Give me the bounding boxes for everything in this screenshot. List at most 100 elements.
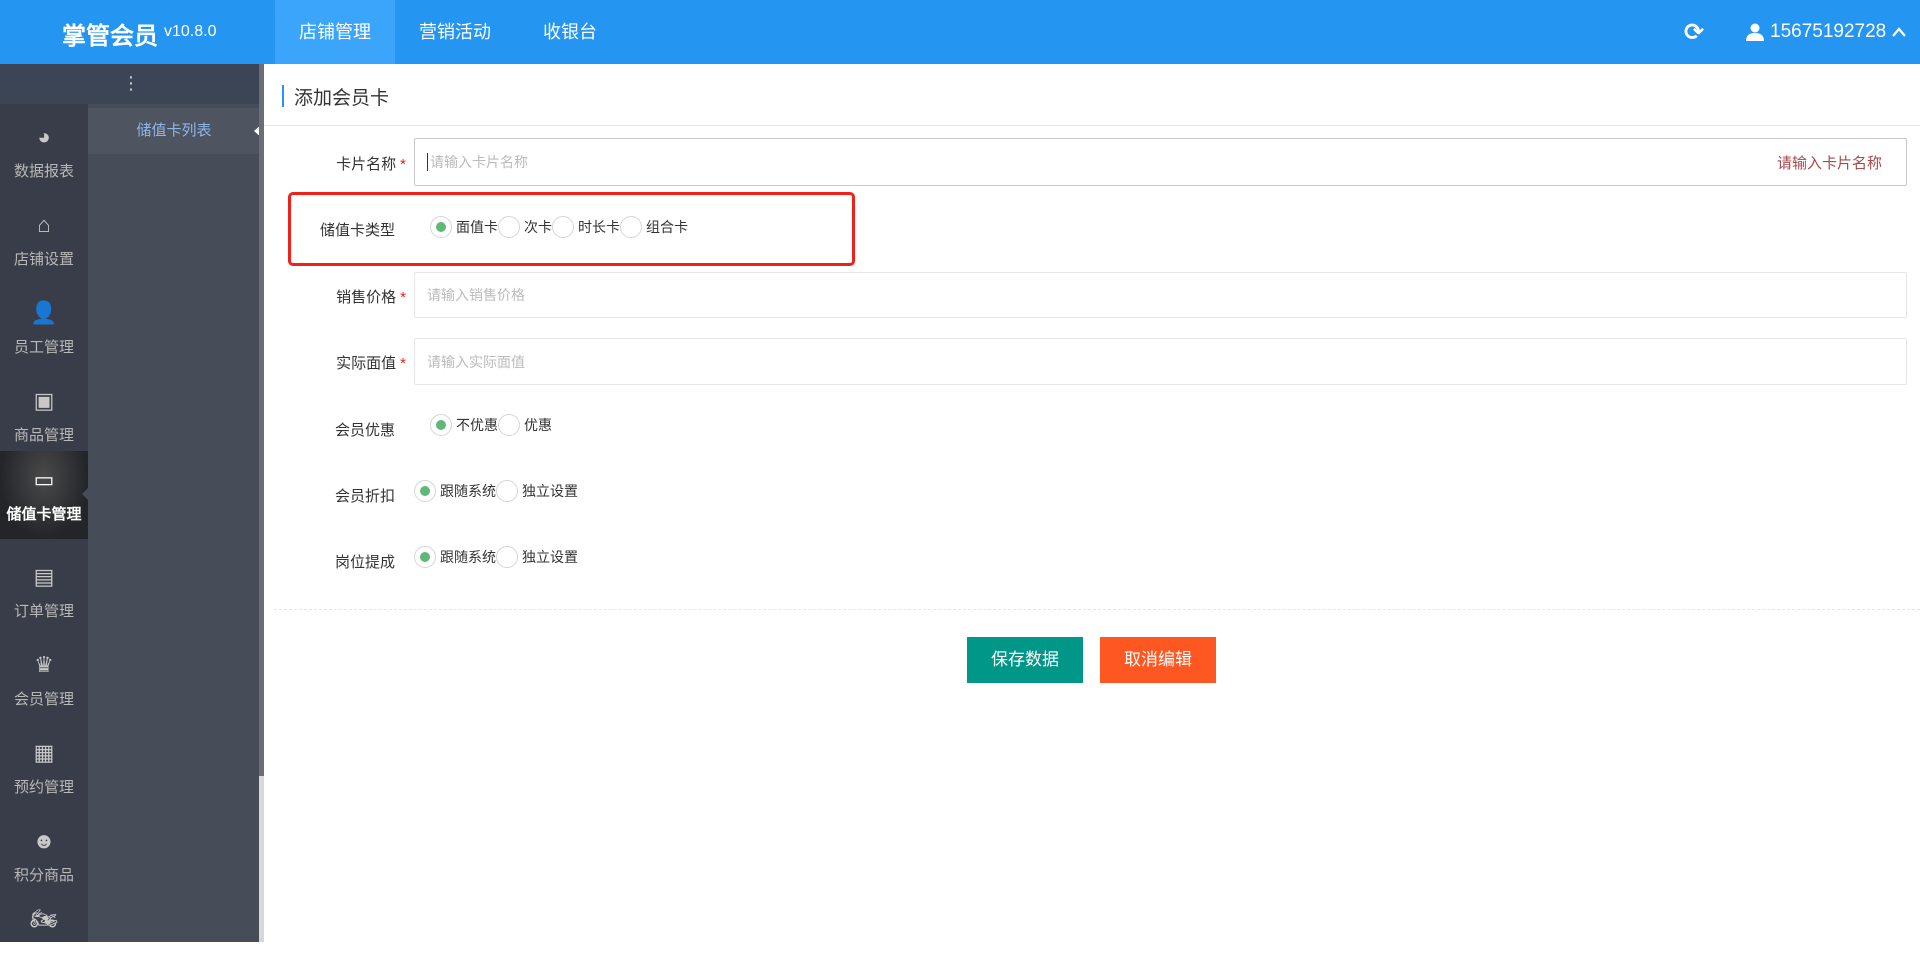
sidebar-item-reports[interactable]: ◕ 数据报表 (0, 108, 88, 196)
radio-circle[interactable] (430, 414, 452, 436)
sidebar-label: 商品管理 (13, 427, 74, 444)
card-name-label: 卡片名称 * (256, 153, 406, 174)
radio-circle[interactable] (496, 546, 518, 568)
nav-store-management[interactable]: 店铺管理 (275, 0, 395, 64)
sidebar-label: 订单管理 (13, 603, 74, 620)
label-text: 卡片名称 (336, 156, 397, 173)
member-rebate-label: 会员折扣 (334, 488, 395, 505)
app-logo: 掌管会员 v10.8.0 (62, 16, 216, 51)
sidebar-label: 积分商品 (13, 867, 74, 884)
radio-circle[interactable] (414, 546, 436, 568)
sidebar-item-employees[interactable]: 👤 员工管理 (0, 284, 88, 372)
form-divider (274, 609, 1920, 610)
face-value-input[interactable]: 请输入实际面值 (414, 338, 1907, 385)
radio-independent[interactable]: 独立设置 (496, 480, 578, 502)
sidebar-label: 储值卡管理 (6, 506, 82, 523)
radio-circle[interactable] (620, 216, 642, 238)
radio-label: 跟随系统 (440, 483, 496, 499)
radio-circle[interactable] (552, 216, 574, 238)
radio-combo-card[interactable]: 组合卡 (620, 216, 688, 238)
refresh-icon[interactable]: ⟳ (1684, 18, 1704, 47)
radio-label: 面值卡 (456, 219, 498, 235)
radio-circle[interactable] (496, 480, 518, 502)
more-dots-icon[interactable]: ⋮ (0, 64, 262, 104)
placeholder: 请输入销售价格 (427, 287, 525, 303)
employee-icon: 👤 (30, 300, 58, 325)
text-cursor (427, 153, 428, 171)
nav-cashier[interactable]: 收银台 (528, 0, 612, 64)
crown-icon: ♛ (34, 652, 54, 677)
sidebar-item-products[interactable]: ▣ 商品管理 (0, 372, 88, 460)
card-name-input[interactable]: 请输入卡片名称 请输入卡片名称 (414, 138, 1907, 186)
member-discount-label: 会员优惠 (334, 422, 395, 439)
radio-label: 组合卡 (646, 219, 688, 235)
robot-icon: ☻ (32, 828, 56, 853)
validation-error: 请输入卡片名称 (1776, 154, 1882, 172)
user-phone: 15675192728 (1770, 21, 1887, 42)
sidebar-item-appointments[interactable]: ▦ 预约管理 (0, 724, 88, 812)
app-name: 掌管会员 (62, 23, 158, 50)
radio-label: 跟随系统 (440, 549, 496, 565)
calendar-icon: ▦ (33, 740, 55, 765)
radio-label: 优惠 (524, 417, 552, 433)
title-accent-bar (282, 85, 284, 107)
radio-label: 独立设置 (522, 483, 578, 499)
member-rebate-radio-group: 跟随系统 独立设置 (414, 480, 578, 502)
store-settings-icon: ⌂ (37, 212, 51, 237)
face-value-label: 实际面值 * (256, 352, 406, 373)
radio-face-value-card[interactable]: 面值卡 (430, 216, 498, 238)
radio-label: 独立设置 (522, 549, 578, 565)
required-mark: * (400, 156, 406, 173)
required-mark: * (400, 355, 406, 372)
radio-independent[interactable]: 独立设置 (496, 546, 578, 568)
app-version: v10.8.0 (164, 23, 217, 40)
label-text: 实际面值 (336, 355, 397, 372)
chevron-up-icon (1892, 27, 1907, 37)
sidebar-item-points-products[interactable]: ☻ 积分商品 (0, 812, 88, 900)
radio-label: 不优惠 (456, 417, 498, 433)
user-icon (1746, 23, 1764, 41)
page-header: 添加会员卡 (264, 64, 1920, 126)
sidebar-label: 会员管理 (13, 691, 74, 708)
card-type-label: 储值卡类型 (319, 222, 395, 239)
save-button[interactable]: 保存数据 (967, 637, 1083, 683)
sidebar-item-orders[interactable]: ▤ 订单管理 (0, 548, 88, 636)
radio-follow-system[interactable]: 跟随系统 (414, 480, 496, 502)
nav-marketing[interactable]: 营销活动 (405, 0, 505, 64)
radio-label: 时长卡 (578, 219, 620, 235)
sidebar-item-members[interactable]: ♛ 会员管理 (0, 636, 88, 724)
placeholder: 请输入实际面值 (427, 353, 525, 370)
subnav-card-list[interactable]: 储值卡列表 (88, 108, 262, 154)
radio-circle[interactable] (498, 414, 520, 436)
placeholder: 请输入卡片名称 (430, 154, 528, 170)
radio-follow-system[interactable]: 跟随系统 (414, 546, 496, 568)
top-header: 掌管会员 v10.8.0 店铺管理 营销活动 收银台 ⟳ 15675192728 (0, 0, 1920, 64)
commission-radio-group: 跟随系统 独立设置 (414, 546, 578, 568)
sidebar-item-more[interactable]: 🏍 (0, 890, 88, 978)
sidebar-item-store-settings[interactable]: ⌂ 店铺设置 (0, 196, 88, 284)
label-text: 销售价格 (336, 289, 397, 306)
sub-sidebar: 储值卡列表 (88, 104, 262, 942)
radio-circle[interactable] (414, 480, 436, 502)
user-menu[interactable]: 15675192728 (1746, 0, 1907, 64)
cancel-button[interactable]: 取消编辑 (1100, 637, 1216, 683)
sale-price-input[interactable]: 请输入销售价格 (414, 272, 1907, 318)
member-discount-radio-group: 不优惠 优惠 (430, 414, 552, 436)
radio-circle[interactable] (498, 216, 520, 238)
radio-count-card[interactable]: 次卡 (498, 216, 552, 238)
radio-no-discount[interactable]: 不优惠 (430, 414, 498, 436)
commission-label: 岗位提成 (334, 554, 395, 571)
sidebar-label: 预约管理 (13, 779, 74, 796)
radio-duration-card[interactable]: 时长卡 (552, 216, 620, 238)
required-mark: * (400, 289, 406, 306)
radio-label: 次卡 (524, 219, 552, 235)
radio-circle[interactable] (430, 216, 452, 238)
page-title: 添加会员卡 (294, 88, 390, 109)
card-icon: ▭ (33, 467, 55, 492)
sidebar-label: 店铺设置 (13, 251, 74, 268)
radio-discount[interactable]: 优惠 (498, 414, 552, 436)
sale-price-label: 销售价格 * (256, 286, 406, 307)
motorcycle-icon: 🏍 (30, 906, 58, 931)
sidebar-item-stored-value-cards[interactable]: ▭ 储值卡管理 (0, 451, 89, 539)
sidebar-label: 数据报表 (13, 163, 74, 180)
